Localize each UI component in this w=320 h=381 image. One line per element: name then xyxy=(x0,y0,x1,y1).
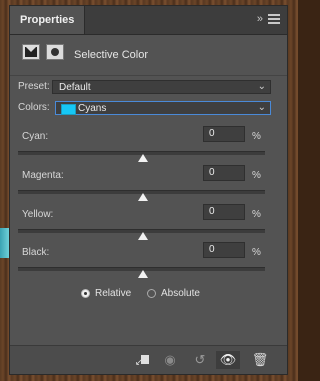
clip-to-layer-icon[interactable]: ↙ xyxy=(135,351,153,369)
relative-label[interactable]: Relative xyxy=(95,288,131,299)
adjustment-header: Selective Color xyxy=(10,35,287,76)
slider-thumb[interactable] xyxy=(138,270,148,278)
slider-thumb[interactable] xyxy=(138,232,148,240)
visibility-eye-icon[interactable]: 👁 xyxy=(216,351,240,369)
slider-label: Magenta: xyxy=(22,170,64,181)
canvas-cyan-area xyxy=(0,228,9,258)
colors-value: Cyans xyxy=(78,103,107,114)
layer-mask-icon[interactable] xyxy=(46,44,64,60)
slider-thumb[interactable] xyxy=(138,193,148,201)
absolute-label[interactable]: Absolute xyxy=(161,288,200,299)
cyan-value-field[interactable]: 0 xyxy=(203,126,245,142)
chevron-down-icon: ⌄ xyxy=(257,81,266,92)
slider-thumb[interactable] xyxy=(138,154,148,162)
color-swatch-icon xyxy=(61,104,76,115)
percent-unit: % xyxy=(252,209,261,220)
panel-footer: ↙ ◉ ↺ 👁 🗑 xyxy=(10,345,287,374)
slider-label: Cyan: xyxy=(22,131,49,142)
adjustment-title: Selective Color xyxy=(74,49,148,61)
preset-dropdown[interactable]: Default ⌄ xyxy=(52,80,271,94)
tab-properties[interactable]: Properties xyxy=(10,6,86,34)
preset-label: Preset: xyxy=(18,81,50,92)
slider-label: Yellow: xyxy=(22,209,54,220)
absolute-radio[interactable] xyxy=(147,289,156,298)
selective-color-adjustment-icon[interactable] xyxy=(22,44,40,60)
percent-unit: % xyxy=(252,131,261,142)
slider-yellow: Yellow: 0 % xyxy=(10,204,287,249)
panel-titlebar: Properties » xyxy=(10,6,287,35)
trash-icon[interactable]: 🗑 xyxy=(251,351,269,369)
black-value-field[interactable]: 0 xyxy=(203,242,245,258)
slider-black: Black: 0 % xyxy=(10,242,287,287)
slider-cyan: Cyan: 0 % xyxy=(10,126,287,171)
reset-icon[interactable]: ↺ xyxy=(191,351,209,369)
percent-unit: % xyxy=(252,170,261,181)
method-radio-group: Relative Absolute xyxy=(10,288,287,304)
preset-value: Default xyxy=(59,82,91,93)
properties-panel: Properties » Selective Color Preset: Def… xyxy=(9,5,288,375)
colors-label: Colors: xyxy=(18,102,50,113)
slider-label: Black: xyxy=(22,247,50,258)
magenta-value-field[interactable]: 0 xyxy=(203,165,245,181)
slider-magenta: Magenta: 0 % xyxy=(10,165,287,210)
relative-radio[interactable] xyxy=(81,289,90,298)
chevron-down-icon: ⌄ xyxy=(257,102,266,113)
collapse-panel-icon[interactable]: » xyxy=(257,13,263,25)
panel-menu-icon[interactable] xyxy=(268,14,280,24)
yellow-value-field[interactable]: 0 xyxy=(203,204,245,220)
percent-unit: % xyxy=(252,247,261,258)
view-previous-icon[interactable]: ◉ xyxy=(161,351,179,369)
colors-dropdown[interactable]: Cyans ⌄ xyxy=(55,101,271,115)
